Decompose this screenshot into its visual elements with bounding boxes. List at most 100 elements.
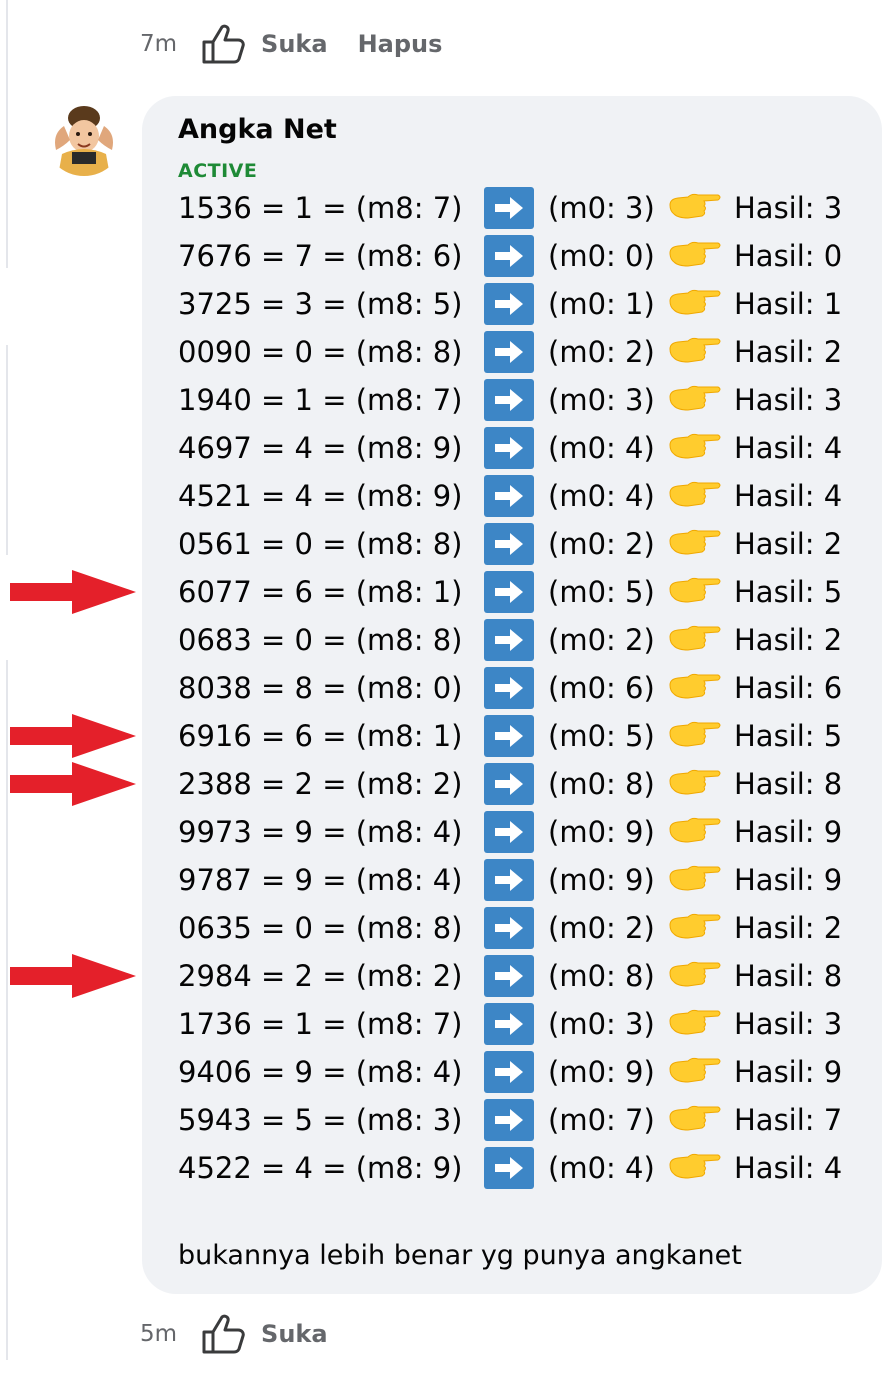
comment-actions-bottom: 5m Suka xyxy=(140,1314,358,1354)
pointing-hand-icon xyxy=(669,913,721,939)
comment-line: 7676 = 7 = (m8: 6) (m0: 0) Hasil: 0 xyxy=(178,232,868,280)
thread-line xyxy=(6,0,8,268)
line-hasil: Hasil: 9 xyxy=(734,815,843,849)
delete-button[interactable]: Hapus xyxy=(358,30,443,58)
line-equation: 9787 = 9 = (m8: 4) xyxy=(178,863,463,897)
line-hasil: Hasil: 4 xyxy=(734,479,843,513)
pointing-hand-icon xyxy=(669,241,721,267)
comment-line: 5943 = 5 = (m8: 3) (m0: 7) Hasil: 7 xyxy=(178,1096,868,1144)
line-m0: (m0: 2) xyxy=(548,527,655,561)
like-button[interactable]: Suka xyxy=(201,1314,328,1354)
line-m0: (m0: 8) xyxy=(548,767,655,801)
line-m0: (m0: 4) xyxy=(548,1151,655,1185)
thumbs-up-icon xyxy=(202,24,245,64)
right-arrow-icon xyxy=(484,187,534,229)
line-hasil: Hasil: 9 xyxy=(734,863,843,897)
pointing-hand-icon xyxy=(669,1153,721,1179)
pointing-hand-icon xyxy=(669,433,721,459)
right-arrow-icon xyxy=(484,571,534,613)
line-m0: (m0: 0) xyxy=(548,239,655,273)
pointing-hand-icon xyxy=(669,337,721,363)
line-equation: 0635 = 0 = (m8: 8) xyxy=(178,911,463,945)
line-hasil: Hasil: 9 xyxy=(734,1055,843,1089)
comment-line: 1940 = 1 = (m8: 7) (m0: 3) Hasil: 3 xyxy=(178,376,868,424)
pointing-hand-icon xyxy=(669,385,721,411)
red-annotation-arrow xyxy=(10,570,136,614)
right-arrow-icon xyxy=(484,235,534,277)
pointing-hand-icon xyxy=(669,289,721,315)
pointing-hand-icon xyxy=(669,577,721,603)
comment-line: 9973 = 9 = (m8: 4) (m0: 9) Hasil: 9 xyxy=(178,808,868,856)
pointing-hand-icon xyxy=(669,961,721,987)
right-arrow-icon xyxy=(484,427,534,469)
line-hasil: Hasil: 3 xyxy=(734,191,843,225)
like-label: Suka xyxy=(261,30,328,58)
line-equation: 6916 = 6 = (m8: 1) xyxy=(178,719,463,753)
line-equation: 0090 = 0 = (m8: 8) xyxy=(178,335,463,369)
pointing-hand-icon xyxy=(669,865,721,891)
comment-line: 4521 = 4 = (m8: 9) (m0: 4) Hasil: 4 xyxy=(178,472,868,520)
comment-line: 0090 = 0 = (m8: 8) (m0: 2) Hasil: 2 xyxy=(178,328,868,376)
line-equation: 4521 = 4 = (m8: 9) xyxy=(178,479,463,513)
line-hasil: Hasil: 0 xyxy=(734,239,843,273)
thread-line xyxy=(6,660,8,1360)
line-m0: (m0: 2) xyxy=(548,911,655,945)
line-m0: (m0: 6) xyxy=(548,671,655,705)
line-equation: 7676 = 7 = (m8: 6) xyxy=(178,239,463,273)
avatar[interactable] xyxy=(44,96,124,176)
line-m0: (m0: 2) xyxy=(548,623,655,657)
like-button[interactable]: Suka xyxy=(201,24,328,64)
line-hasil: Hasil: 7 xyxy=(734,1103,843,1137)
line-m0: (m0: 9) xyxy=(548,863,655,897)
red-annotation-arrow xyxy=(10,762,136,806)
comment-message: bukannya lebih benar yg punya angkanet xyxy=(178,1240,742,1271)
timestamp[interactable]: 7m xyxy=(140,31,177,57)
line-m0: (m0: 8) xyxy=(548,959,655,993)
pointing-hand-icon xyxy=(669,1057,721,1083)
comment-line: 1536 = 1 = (m8: 7) (m0: 3) Hasil: 3 xyxy=(178,184,868,232)
line-hasil: Hasil: 3 xyxy=(734,1007,843,1041)
right-arrow-icon xyxy=(484,1003,534,1045)
right-arrow-icon xyxy=(484,1147,534,1189)
line-equation: 1940 = 1 = (m8: 7) xyxy=(178,383,463,417)
red-annotation-arrow xyxy=(10,954,136,998)
comment-line: 0561 = 0 = (m8: 8) (m0: 2) Hasil: 2 xyxy=(178,520,868,568)
pointing-hand-icon xyxy=(669,721,721,747)
like-label: Suka xyxy=(261,1320,328,1348)
right-arrow-icon xyxy=(484,715,534,757)
line-hasil: Hasil: 6 xyxy=(734,671,843,705)
profile-picture xyxy=(44,96,124,176)
timestamp[interactable]: 5m xyxy=(140,1321,177,1347)
line-equation: 9406 = 9 = (m8: 4) xyxy=(178,1055,463,1089)
right-arrow-icon xyxy=(484,475,534,517)
line-m0: (m0: 7) xyxy=(548,1103,655,1137)
line-hasil: Hasil: 8 xyxy=(734,959,843,993)
right-arrow-icon xyxy=(484,907,534,949)
author-name[interactable]: Angka Net xyxy=(178,114,337,145)
comment-line: 3725 = 3 = (m8: 5) (m0: 1) Hasil: 1 xyxy=(178,280,868,328)
line-m0: (m0: 5) xyxy=(548,575,655,609)
line-equation: 9973 = 9 = (m8: 4) xyxy=(178,815,463,849)
right-arrow-icon xyxy=(484,283,534,325)
line-equation: 6077 = 6 = (m8: 1) xyxy=(178,575,463,609)
line-equation: 4522 = 4 = (m8: 9) xyxy=(178,1151,463,1185)
line-hasil: Hasil: 2 xyxy=(734,623,843,657)
pointing-hand-icon xyxy=(669,193,721,219)
line-m0: (m0: 2) xyxy=(548,335,655,369)
line-equation: 3725 = 3 = (m8: 5) xyxy=(178,287,463,321)
pointing-hand-icon xyxy=(669,529,721,555)
comment-line: 4697 = 4 = (m8: 9) (m0: 4) Hasil: 4 xyxy=(178,424,868,472)
pointing-hand-icon xyxy=(669,625,721,651)
line-m0: (m0: 4) xyxy=(548,479,655,513)
red-annotation-arrow xyxy=(10,714,136,758)
comment-line: 2984 = 2 = (m8: 2) (m0: 8) Hasil: 8 xyxy=(178,952,868,1000)
right-arrow-icon xyxy=(484,859,534,901)
line-m0: (m0: 3) xyxy=(548,383,655,417)
comment-line: 9787 = 9 = (m8: 4) (m0: 9) Hasil: 9 xyxy=(178,856,868,904)
line-m0: (m0: 9) xyxy=(548,1055,655,1089)
comment-line: 1736 = 1 = (m8: 7) (m0: 3) Hasil: 3 xyxy=(178,1000,868,1048)
line-hasil: Hasil: 2 xyxy=(734,335,843,369)
line-m0: (m0: 4) xyxy=(548,431,655,465)
active-badge: ACTIVE xyxy=(178,160,258,182)
line-hasil: Hasil: 4 xyxy=(734,431,843,465)
